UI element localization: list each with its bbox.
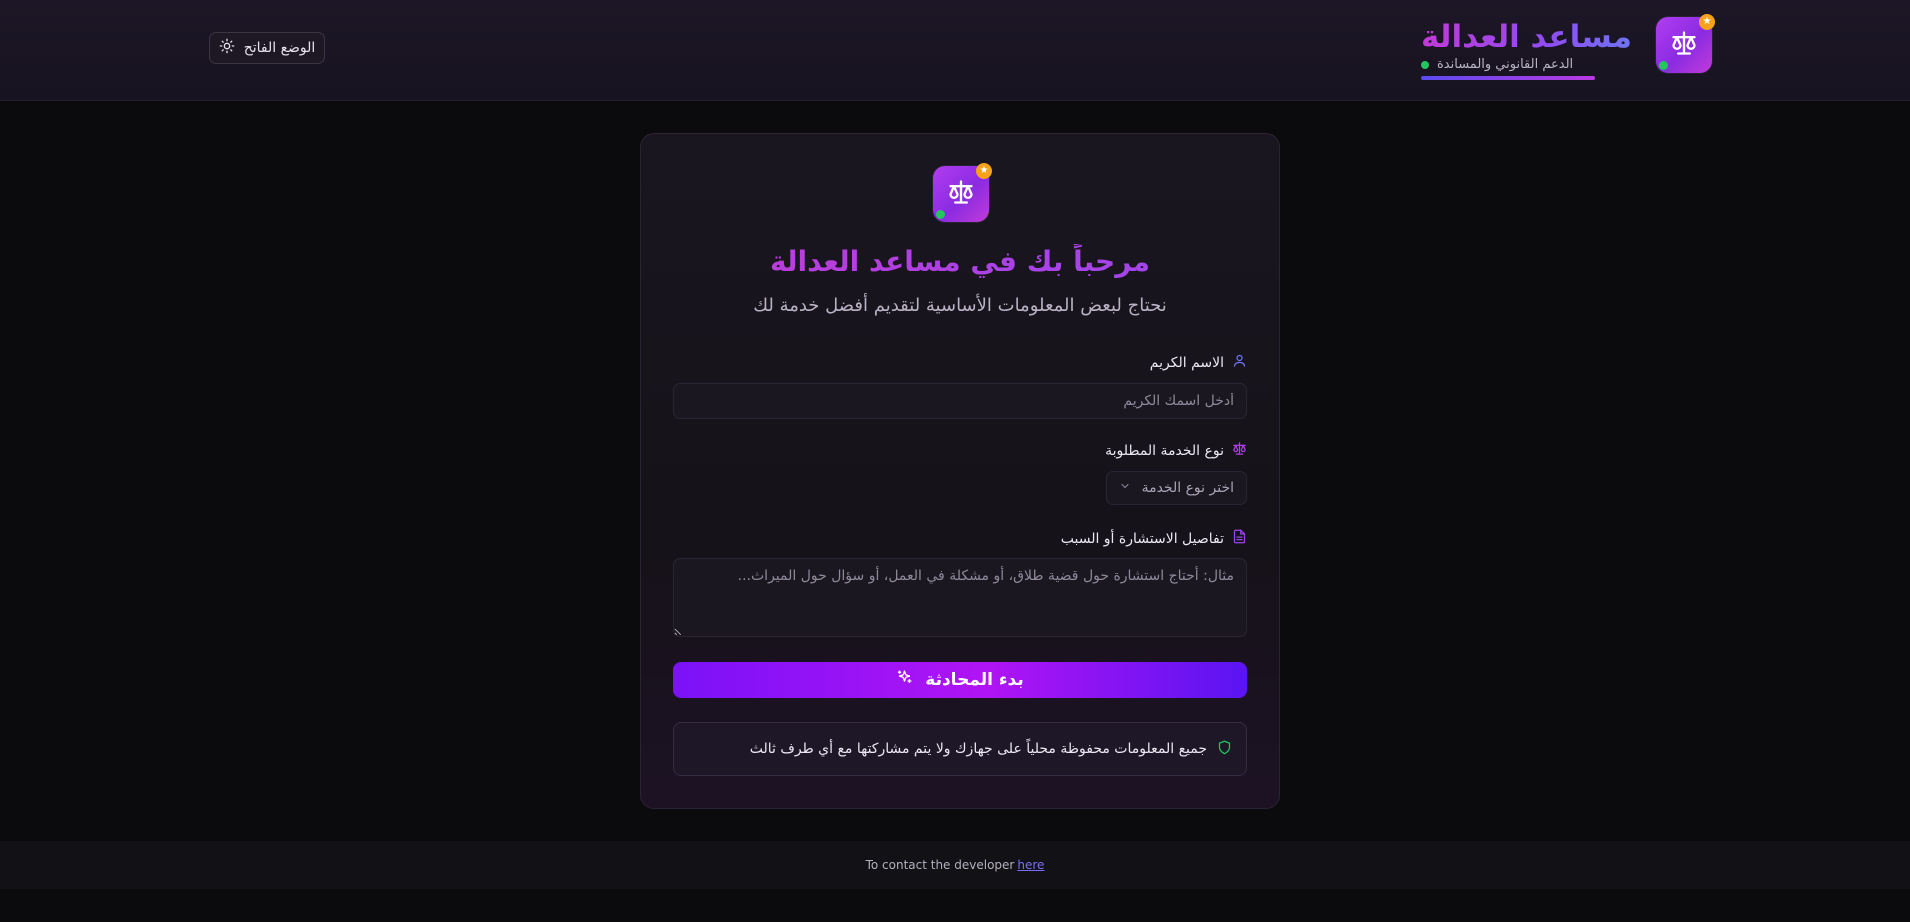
- welcome-title: مرحباً بك في مساعد العدالة: [641, 244, 1279, 280]
- card-logo: ★: [933, 163, 992, 222]
- privacy-note: جميع المعلومات محفوظة محلياً على جهازك و…: [673, 722, 1247, 776]
- document-icon: [1232, 529, 1247, 548]
- chevron-down-icon: [1119, 480, 1131, 496]
- page-footer: To contact the developer here: [0, 841, 1910, 889]
- scales-icon: [1232, 441, 1247, 460]
- star-badge-icon: ★: [976, 163, 992, 179]
- online-dot: [936, 210, 945, 219]
- name-field-label: الاسم الكريم: [1150, 353, 1247, 372]
- brand-title: مساعد العدالة: [1421, 19, 1632, 55]
- brand: ★ مساعد العدالة الدعم القانوني والمساندة: [1421, 14, 1715, 81]
- footer-text: To contact the developer: [865, 858, 1015, 872]
- start-chat-label: بدء المحادثة: [925, 670, 1024, 690]
- status-dot: [1421, 60, 1429, 69]
- contact-developer-link[interactable]: here: [1017, 858, 1044, 872]
- name-input[interactable]: [673, 383, 1247, 419]
- details-textarea[interactable]: [673, 558, 1247, 637]
- brand-subtitle: الدعم القانوني والمساندة: [1437, 57, 1574, 72]
- service-type-select[interactable]: اختر نوع الخدمة: [1106, 471, 1247, 505]
- online-dot: [1659, 61, 1668, 70]
- details-field-label: تفاصيل الاستشارة أو السبب: [1061, 529, 1247, 548]
- scales-icon: [947, 178, 975, 210]
- sparkles-icon: [896, 669, 913, 691]
- service-label-text: نوع الخدمة المطلوبة: [1105, 442, 1224, 459]
- app-logo: ★: [1656, 14, 1715, 73]
- app-header: الوضع الفاتح ★ مساعد العدالة الدعم القان…: [0, 0, 1910, 101]
- welcome-card: ★ مرحباً بك في مساعد العدالة نحتاج لبعض …: [640, 133, 1280, 809]
- service-field-label: نوع الخدمة المطلوبة: [1105, 441, 1247, 460]
- star-badge-icon: ★: [1699, 14, 1715, 30]
- brand-underline: [1421, 76, 1595, 80]
- name-label-text: الاسم الكريم: [1149, 354, 1224, 371]
- theme-toggle-label: الوضع الفاتح: [243, 40, 316, 56]
- start-chat-button[interactable]: بدء المحادثة: [673, 662, 1247, 698]
- privacy-note-text: جميع المعلومات محفوظة محلياً على جهازك و…: [749, 741, 1207, 757]
- scales-icon: [1670, 29, 1698, 61]
- brand-subtitle-row: الدعم القانوني والمساندة: [1421, 57, 1573, 72]
- user-icon: [1232, 353, 1247, 372]
- shield-icon: [1217, 740, 1232, 759]
- brand-text: مساعد العدالة الدعم القانوني والمساندة: [1421, 17, 1632, 80]
- welcome-subtitle: نحتاج لبعض المعلومات الأساسية لتقديم أفض…: [753, 295, 1167, 316]
- theme-toggle-button[interactable]: الوضع الفاتح: [209, 32, 325, 64]
- service-select-value: اختر نوع الخدمة: [1141, 480, 1234, 496]
- details-label-text: تفاصيل الاستشارة أو السبب: [1060, 530, 1224, 547]
- sun-icon: [219, 38, 235, 58]
